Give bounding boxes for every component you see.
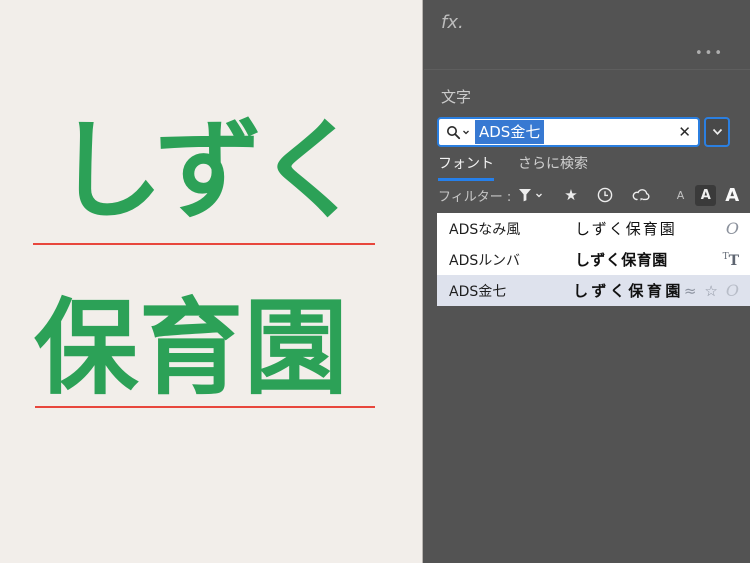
clear-search-icon[interactable]: ✕ — [678, 123, 691, 141]
font-dropdown-button[interactable] — [704, 117, 730, 147]
canvas-text-hoikuen: 保育園 — [34, 287, 350, 409]
opentype-icon: O — [725, 281, 739, 300]
opentype-icon: O — [725, 219, 739, 238]
font-name: ADS金七 — [449, 283, 507, 300]
recent-fonts-icon[interactable] — [597, 187, 613, 203]
tab-fonts[interactable]: フォント — [438, 153, 494, 181]
preview-size-large-button[interactable]: A — [725, 185, 739, 206]
chevron-down-icon — [712, 128, 722, 136]
panel-divider — [424, 69, 750, 70]
font-results-list: ADSなみ風 しずく保育園 O ADSルンバ しずく保育園 TT ADS金七 し… — [437, 213, 750, 306]
font-preview-sample: しずく保育園 — [573, 282, 684, 300]
canvas-text-shizuku: しずく — [55, 109, 365, 234]
text-baseline-guide — [33, 243, 375, 245]
font-preview-sample: しずく保育園 — [575, 251, 668, 269]
filter-toolbar: フィルター : ★ A A A — [438, 182, 740, 208]
font-name: ADSなみ風 — [449, 221, 521, 238]
panel-menu-icon[interactable]: ••• — [695, 46, 724, 61]
activated-fonts-cloud-icon[interactable] — [632, 188, 651, 202]
filter-funnel-icon[interactable] — [518, 188, 543, 202]
font-search-input[interactable]: ADS金七 ✕ — [437, 117, 700, 147]
font-row-ads-namikaze[interactable]: ADSなみ風 しずく保育園 O — [437, 213, 750, 244]
search-icon[interactable] — [446, 125, 470, 140]
preview-size-medium-button[interactable]: A — [695, 184, 717, 206]
similar-fonts-icon[interactable]: ≈ — [684, 282, 697, 300]
tab-find-more[interactable]: さらに検索 — [518, 153, 588, 181]
favorites-filter-icon[interactable]: ★ — [564, 186, 577, 204]
text-baseline-guide — [35, 406, 375, 408]
character-panel: fx. ••• 文字 ADS金七 ✕ フォント さらに検索 フィルター: ★ … — [424, 0, 750, 563]
preview-size-small-button[interactable]: A — [677, 189, 685, 202]
fx-effects-label: fx. — [441, 12, 464, 33]
font-name: ADSルンバ — [449, 252, 520, 269]
truetype-icon: TT — [722, 252, 739, 269]
search-tabs: フォント さらに検索 — [438, 153, 588, 181]
artboard-canvas[interactable]: しずく 保育園 — [0, 0, 423, 563]
favorite-star-icon[interactable]: ☆ — [704, 282, 717, 300]
filter-label: フィルター : — [438, 189, 512, 205]
font-row-ads-kinshichi[interactable]: ADS金七 しずく保育園 ≈ ☆ O — [437, 275, 750, 306]
search-input-value[interactable]: ADS金七 — [475, 120, 545, 144]
font-row-ads-rumba[interactable]: ADSルンバ しずく保育園 TT — [437, 244, 750, 275]
font-search-row: ADS金七 ✕ — [437, 117, 730, 147]
font-preview-sample: しずく保育園 — [575, 220, 677, 238]
panel-title: 文字 — [441, 88, 472, 106]
